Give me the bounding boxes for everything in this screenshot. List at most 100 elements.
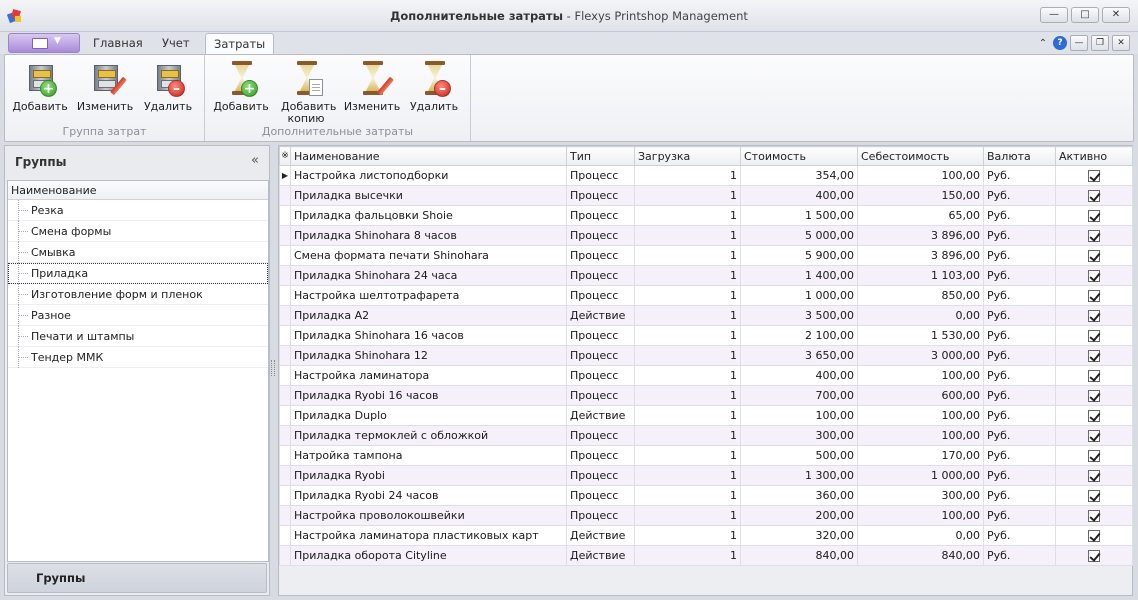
cell-name[interactable]: Приладка термоклей с обложкой [290, 425, 567, 446]
cell-prime-cost[interactable]: 0,00 [857, 525, 984, 546]
cell-active[interactable] [1055, 545, 1133, 566]
cell-load[interactable]: 1 [634, 245, 741, 266]
active-checkbox[interactable] [1088, 250, 1100, 262]
table-row[interactable]: Приладка Ryobi Процесс 1 1 300,00 1 000,00 Ру… [279, 465, 1133, 486]
cell-active[interactable] [1055, 405, 1133, 426]
cell-currency[interactable]: Руб. [983, 405, 1056, 426]
cell-currency[interactable]: Руб. [983, 245, 1056, 266]
cell-cost[interactable]: 1 300,00 [740, 465, 858, 486]
cell-cost[interactable]: 200,00 [740, 505, 858, 526]
cell-type[interactable]: Процесс [566, 265, 635, 286]
cell-load[interactable]: 1 [634, 525, 741, 546]
cell-type[interactable]: Процесс [566, 325, 635, 346]
cell-type[interactable]: Процесс [566, 365, 635, 386]
active-checkbox[interactable] [1088, 530, 1100, 542]
cell-cost[interactable]: 3 650,00 [740, 345, 858, 366]
table-row[interactable]: Приладка Shinohara 24 часа Процесс 1 1 400,… [279, 265, 1133, 286]
cell-prime-cost[interactable]: 100,00 [857, 425, 984, 446]
cell-type[interactable]: Действие [566, 405, 635, 426]
cell-active[interactable] [1055, 305, 1133, 326]
cell-active[interactable] [1055, 385, 1133, 406]
active-checkbox[interactable] [1088, 510, 1100, 522]
app-menu-button[interactable]: ▼ [8, 33, 80, 53]
table-row[interactable]: Настройка ламинатора Процесс 1 400,00 100,00… [279, 365, 1133, 386]
cell-type[interactable]: Процесс [566, 425, 635, 446]
cell-currency[interactable]: Руб. [983, 525, 1056, 546]
cell-cost[interactable]: 360,00 [740, 485, 858, 506]
cell-cost[interactable]: 354,00 [740, 165, 858, 186]
cell-prime-cost[interactable]: 850,00 [857, 285, 984, 306]
cell-currency[interactable]: Руб. [983, 305, 1056, 326]
cell-name[interactable]: Натройка тампона [290, 445, 567, 466]
cell-active[interactable] [1055, 225, 1133, 246]
cell-cost[interactable]: 5 000,00 [740, 225, 858, 246]
cell-active[interactable] [1055, 185, 1133, 206]
active-checkbox[interactable] [1088, 490, 1100, 502]
cell-active[interactable] [1055, 525, 1133, 546]
cell-type[interactable]: Процесс [566, 245, 635, 266]
cell-type[interactable]: Процесс [566, 445, 635, 466]
active-checkbox[interactable] [1088, 210, 1100, 222]
help-icon[interactable]: ? [1053, 36, 1067, 50]
groups-tree[interactable]: Наименование Резка Смена формы Смывка Прила… [7, 180, 269, 562]
cell-prime-cost[interactable]: 100,00 [857, 505, 984, 526]
cell-name[interactable]: Настройка листоподборки [290, 165, 567, 186]
row-indicator[interactable] [279, 265, 291, 286]
table-row[interactable]: Настройка проволокошвейки Процесс 1 200,00 1… [279, 505, 1133, 526]
cell-active[interactable] [1055, 465, 1133, 486]
cell-currency[interactable]: Руб. [983, 545, 1056, 566]
cell-prime-cost[interactable]: 300,00 [857, 485, 984, 506]
col-header-active[interactable]: Активно [1055, 146, 1133, 166]
cell-cost[interactable]: 840,00 [740, 545, 858, 566]
cell-prime-cost[interactable]: 100,00 [857, 165, 984, 186]
cell-name[interactable]: Приладка Ryobi 16 часов [290, 385, 567, 406]
cell-load[interactable]: 1 [634, 205, 741, 226]
row-indicator[interactable] [279, 505, 291, 526]
row-indicator[interactable] [279, 445, 291, 466]
cell-active[interactable] [1055, 245, 1133, 266]
cell-load[interactable]: 1 [634, 285, 741, 306]
cell-type[interactable]: Процесс [566, 345, 635, 366]
tab-accounting[interactable]: Учет [162, 36, 190, 50]
cell-prime-cost[interactable]: 170,00 [857, 445, 984, 466]
cell-prime-cost[interactable]: 100,00 [857, 405, 984, 426]
col-header-currency[interactable]: Валюта [983, 146, 1056, 166]
row-indicator[interactable] [279, 205, 291, 226]
row-indicator[interactable] [279, 305, 291, 326]
cell-cost[interactable]: 1 400,00 [740, 265, 858, 286]
col-header-name[interactable]: Наименование [290, 146, 567, 166]
active-checkbox[interactable] [1088, 310, 1100, 322]
cell-type[interactable]: Действие [566, 545, 635, 566]
cost-add-copy-button[interactable]: Добавить копию [276, 59, 336, 125]
row-indicator[interactable] [279, 185, 291, 206]
cell-prime-cost[interactable]: 3 896,00 [857, 225, 984, 246]
cell-currency[interactable]: Руб. [983, 205, 1056, 226]
cell-name[interactable]: Настройка проволокошвейки [290, 505, 567, 526]
cell-name[interactable]: Приладка фальцовки Shoie [290, 205, 567, 226]
cell-currency[interactable]: Руб. [983, 285, 1056, 306]
cell-load[interactable]: 1 [634, 345, 741, 366]
cell-active[interactable] [1055, 365, 1133, 386]
minimize-button[interactable]: — [1040, 7, 1068, 23]
active-checkbox[interactable] [1088, 450, 1100, 462]
cell-active[interactable] [1055, 345, 1133, 366]
table-row[interactable]: Приладка оборота Cityline Действие 1 840,00… [279, 545, 1133, 566]
cell-active[interactable] [1055, 445, 1133, 466]
tree-item[interactable]: Приладка [8, 263, 268, 284]
cell-active[interactable] [1055, 505, 1133, 526]
cell-active[interactable] [1055, 425, 1133, 446]
table-row[interactable]: Натройка тампона Процесс 1 500,00 170,00 Руб. [279, 445, 1133, 466]
cell-currency[interactable]: Руб. [983, 165, 1056, 186]
cell-currency[interactable]: Руб. [983, 465, 1056, 486]
active-checkbox[interactable] [1088, 550, 1100, 562]
cell-load[interactable]: 1 [634, 425, 741, 446]
tree-item[interactable]: Резка [8, 200, 268, 221]
cell-prime-cost[interactable]: 65,00 [857, 205, 984, 226]
tab-home[interactable]: Главная [93, 36, 143, 50]
cell-load[interactable]: 1 [634, 445, 741, 466]
table-row[interactable]: Приладка Ryobi 24 часов Процесс 1 360,00 300… [279, 485, 1133, 506]
cell-type[interactable]: Процесс [566, 485, 635, 506]
active-checkbox[interactable] [1088, 230, 1100, 242]
row-indicator[interactable] [279, 425, 291, 446]
cell-name[interactable]: Приладка Shinohara 16 часов [290, 325, 567, 346]
